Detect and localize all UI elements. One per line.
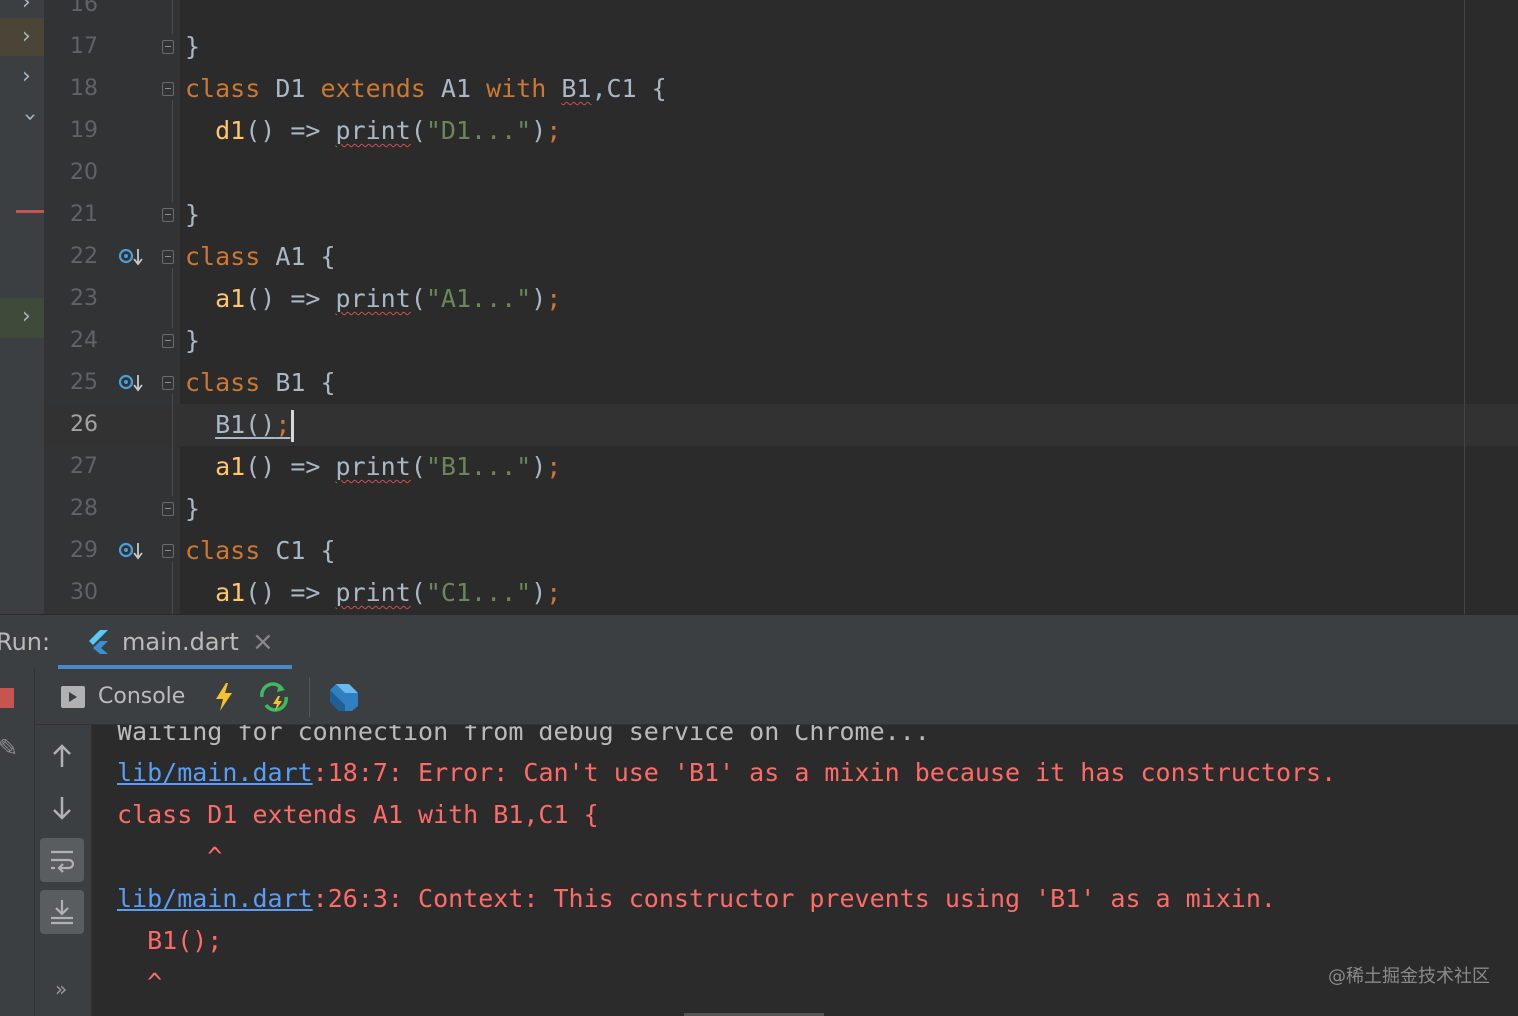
chevron-right-icon[interactable]: › (22, 0, 31, 14)
fold-end-icon[interactable] (162, 502, 174, 516)
line-number: 25 (70, 370, 98, 395)
line-number-current: 26 (70, 412, 98, 437)
tab-main-dart[interactable]: main.dart × (58, 615, 292, 670)
pin-icon[interactable]: ✎ (0, 734, 18, 762)
arrow-down-icon (53, 797, 71, 820)
code-line[interactable]: class B1 { (185, 362, 336, 404)
code-line[interactable]: d1() => print("D1..."); (185, 110, 561, 152)
scroll-to-end-button[interactable] (40, 890, 84, 934)
console-side-toolbar: » (35, 725, 92, 1016)
fold-guide (172, 268, 173, 328)
console-icon (61, 686, 85, 708)
code-line[interactable]: class A1 { (185, 236, 336, 278)
soft-wrap-button[interactable] (40, 838, 84, 882)
chevron-right-icon[interactable]: › (22, 306, 31, 328)
scroll-down-button[interactable] (40, 786, 84, 830)
fold-start-icon[interactable] (162, 82, 174, 96)
console-line: ^ (117, 842, 223, 871)
console-line: lib/main.dart:18:7: Error: Can't use 'B1… (117, 758, 1337, 787)
console-line: Waiting for connection from debug servic… (117, 725, 930, 746)
file-link[interactable]: lib/main.dart (117, 884, 313, 913)
fold-guide (172, 0, 173, 34)
run-label: Run: (0, 628, 51, 656)
console-output[interactable]: Waiting for connection from debug servic… (92, 725, 1518, 1016)
chevron-right-icon[interactable]: › (22, 66, 31, 88)
implemented-icon[interactable] (118, 539, 144, 563)
line-number: 30 (70, 580, 98, 605)
tab-label: main.dart (122, 628, 239, 656)
fold-end-icon[interactable] (162, 208, 174, 222)
fold-guide (172, 394, 173, 496)
run-tool-window-header: Run: main.dart × (0, 614, 1518, 670)
dart-devtools-icon[interactable] (327, 680, 361, 714)
hot-restart-icon[interactable] (257, 680, 291, 714)
code-editor[interactable]: › › › › › 16 17 18 19 20 21 22 23 24 25 … (0, 0, 1518, 614)
line-number: 17 (70, 34, 98, 59)
fold-end-icon[interactable] (162, 334, 174, 348)
arrow-up-icon (53, 744, 71, 767)
code-line[interactable]: class C1 { (185, 530, 336, 572)
more-actions-icon[interactable]: » (55, 977, 67, 1001)
scroll-up-button[interactable] (40, 734, 84, 778)
chevron-down-icon[interactable]: › (17, 113, 42, 122)
code-line[interactable]: } (185, 26, 200, 68)
chevron-right-icon[interactable]: › (22, 26, 31, 48)
code-line[interactable]: a1() => print("C1..."); (185, 572, 561, 614)
text-caret (291, 410, 295, 442)
code-line[interactable]: class D1 extends A1 with B1,C1 { (185, 68, 667, 110)
line-number: 19 (70, 118, 98, 143)
line-number: 18 (70, 76, 98, 101)
hot-reload-icon[interactable] (207, 680, 241, 714)
console-line: ^ (117, 968, 163, 997)
code-line[interactable]: a1() => print("B1..."); (185, 446, 561, 488)
line-number: 16 (70, 0, 98, 17)
line-number: 23 (70, 286, 98, 311)
right-margin-guide (1464, 0, 1465, 614)
code-line[interactable]: } (185, 194, 200, 236)
console-line: class D1 extends A1 with B1,C1 { (117, 800, 599, 829)
fold-guide (172, 100, 173, 202)
watermark: @稀土掘金技术社区 (1328, 966, 1490, 987)
toolbar-separator (309, 677, 310, 717)
fold-start-icon[interactable] (162, 544, 174, 558)
scroll-to-end-icon (51, 900, 73, 925)
error-marker (16, 210, 44, 213)
stop-icon[interactable] (0, 688, 14, 708)
fold-start-icon[interactable] (162, 250, 174, 264)
code-line[interactable]: a1() => print("A1..."); (185, 278, 561, 320)
line-number: 20 (70, 160, 98, 185)
implemented-icon[interactable] (118, 371, 144, 395)
fold-guide (172, 562, 173, 614)
soft-wrap-icon (51, 850, 75, 873)
code-line[interactable]: } (185, 320, 200, 362)
line-number: 21 (70, 202, 98, 227)
console-label: Console (98, 684, 186, 709)
line-number: 29 (70, 538, 98, 563)
console-line: B1(); (117, 926, 223, 955)
code-line[interactable]: } (185, 488, 200, 530)
code-line-current[interactable]: B1(); (185, 404, 295, 446)
file-link[interactable]: lib/main.dart (117, 758, 313, 787)
close-icon[interactable]: × (252, 627, 274, 657)
run-actions-strip (0, 669, 35, 1016)
implemented-icon[interactable] (118, 245, 144, 269)
line-number: 28 (70, 496, 98, 521)
fold-start-icon[interactable] (162, 376, 174, 390)
structure-strip: › › › › › (0, 0, 44, 614)
line-number: 27 (70, 454, 98, 479)
flutter-icon (89, 630, 108, 654)
line-number: 24 (70, 328, 98, 353)
run-toolbar: Console (35, 669, 1518, 725)
console-line: lib/main.dart:26:3: Context: This constr… (117, 884, 1276, 913)
fold-end-icon[interactable] (162, 40, 174, 54)
line-number: 22 (70, 244, 98, 269)
